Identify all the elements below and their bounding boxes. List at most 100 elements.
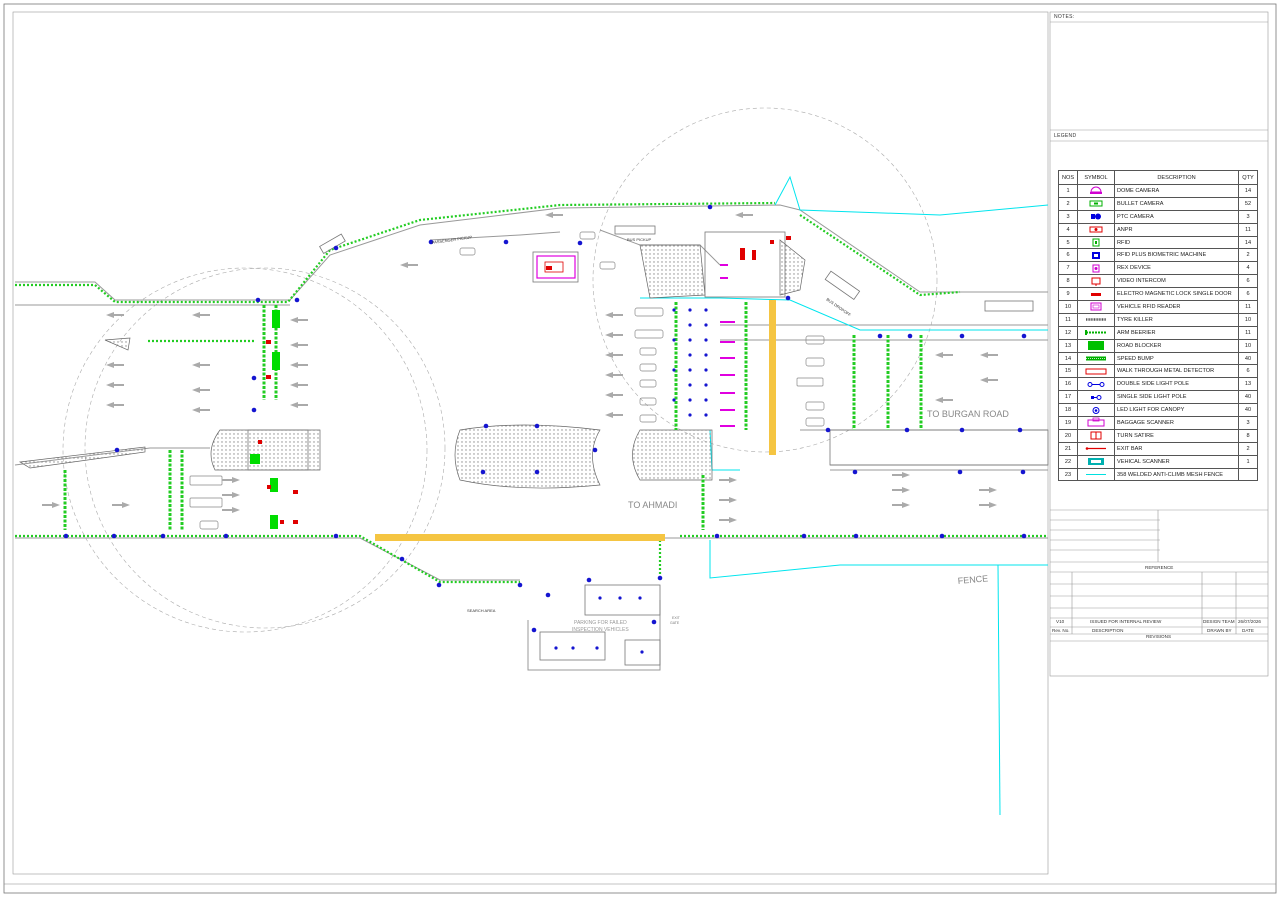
revision-number: V10	[1056, 619, 1065, 624]
revisions-label: REVISIONS	[1146, 634, 1172, 639]
legend-row: 8 VIDEO INTERCOM 6	[1058, 274, 1258, 289]
legend-item-number: 23	[1058, 467, 1078, 482]
legend-item-description: VIDEO INTERCOM	[1114, 274, 1239, 289]
legend-row: 2 BULLET CAMERA 52	[1058, 196, 1258, 211]
vehicle-scanner-icon	[1077, 454, 1115, 469]
legend-item-number: 13	[1058, 338, 1078, 353]
reference-label: REFERENCE	[1145, 565, 1174, 570]
perimeter-mesh	[15, 201, 1048, 584]
canopy-light-icon	[1077, 403, 1115, 418]
legend-row: 19 BAGGAGE SCANNER 3	[1058, 416, 1258, 430]
legend-item-quantity: 2	[1238, 248, 1258, 263]
legend-item-number: 6	[1058, 248, 1078, 263]
legend-item-description: DOUBLE SIDE LIGHT POLE	[1114, 377, 1239, 392]
legend-item-number: 20	[1058, 428, 1078, 443]
legend-row: 12 ARM BEERIER 11	[1058, 325, 1258, 340]
legend-row: 21 EXIT BAR 2	[1058, 441, 1258, 456]
legend-item-description: TURN SATIRE	[1114, 428, 1239, 443]
legend-item-quantity	[1238, 467, 1258, 482]
legend-item-description: SINGLE SIDE LIGHT POLE	[1114, 390, 1239, 405]
legend-row: 23 358 WELDED ANTI-CLIMB MESH FENCE	[1058, 467, 1258, 482]
exit-gate-label-2: GATE	[670, 621, 680, 625]
legend-header-qty: QTY	[1238, 170, 1258, 185]
bullet-camera-icon	[1077, 196, 1115, 211]
legend-item-number: 10	[1058, 300, 1078, 314]
legend-item-description: ROAD BLOCKER	[1114, 338, 1239, 353]
legend-item-quantity: 11	[1238, 325, 1258, 340]
dome-camera-icon	[1077, 184, 1115, 198]
legend-item-number: 18	[1058, 403, 1078, 418]
legend-row: 11 TYRE KILLER 10	[1058, 312, 1258, 327]
legend-item-quantity: 14	[1238, 235, 1258, 250]
legend-item-quantity: 3	[1238, 416, 1258, 430]
legend-item-description: BULLET CAMERA	[1114, 196, 1239, 211]
legend-item-quantity: 11	[1238, 300, 1258, 314]
revision-header-description: DESCRIPTION	[1092, 628, 1124, 633]
speed-bump-icon	[1077, 351, 1115, 366]
revision-header-date: DATE	[1242, 628, 1254, 633]
legend-row: 7 REX DEVICE 4	[1058, 261, 1258, 276]
legend-item-description: PTC CAMERA	[1114, 209, 1239, 224]
speed-bump-strip-main	[375, 534, 665, 541]
bus-pickup-label: BUS PICKUP	[627, 237, 652, 242]
legend-item-number: 15	[1058, 364, 1078, 379]
legend-item-description: WALK THROUGH METAL DETECTOR	[1114, 364, 1239, 379]
legend-item-number: 7	[1058, 261, 1078, 276]
revision-header-drawn-by: DRAWN BY	[1207, 628, 1232, 633]
speed-bump-strip-vertical	[769, 300, 776, 455]
exit-bar-icon	[1077, 441, 1115, 456]
legend-item-number: 11	[1058, 312, 1078, 327]
arm-barrier-icon	[1077, 325, 1115, 340]
legend-item-description: SPEED BUMP	[1114, 351, 1239, 366]
baggage-scanner-icon	[1077, 416, 1115, 430]
legend-body: 1 DOME CAMERA 14 2 BULLET CAMERA 52 3 PTC CAMER…	[1058, 184, 1258, 482]
to-burgan-road-label: TO BURGAN ROAD	[927, 409, 1009, 419]
legend-item-number: 1	[1058, 184, 1078, 198]
legend-header-nos: NOS	[1058, 170, 1078, 185]
legend-item-quantity: 6	[1238, 287, 1258, 302]
legend-row: 6 RFID PLUS BIOMETRIC MACHINE 2	[1058, 248, 1258, 263]
legend-item-description: RFID	[1114, 235, 1239, 250]
legend-item-number: 8	[1058, 274, 1078, 289]
hatched-islands	[18, 239, 806, 489]
legend-item-quantity: 13	[1238, 377, 1258, 392]
legend-item-number: 5	[1058, 235, 1078, 250]
legend-row: 10 VEHICLE RFID READER 11	[1058, 300, 1258, 314]
legend-item-description: ELECTRO MAGNETIC LOCK SINGLE DOOR	[1114, 287, 1239, 302]
legend-item-description: LED LIGHT FOR CANOPY	[1114, 403, 1239, 418]
legend-item-quantity: 1	[1238, 454, 1258, 469]
legend-item-quantity: 8	[1238, 428, 1258, 443]
revision-description: ISSUED FOR INTERNAL REVIEW	[1090, 619, 1162, 624]
legend-item-description: REX DEVICE	[1114, 261, 1239, 276]
electro-magnetic-lock-icon	[1077, 287, 1115, 302]
legend-item-quantity: 52	[1238, 196, 1258, 211]
legend-row: 17 SINGLE SIDE LIGHT POLE 40	[1058, 390, 1258, 405]
legend-item-description: DOME CAMERA	[1114, 184, 1239, 198]
legend-header-symbol: SYMBOL	[1077, 170, 1115, 185]
legend-row: 5 RFID 14	[1058, 235, 1258, 250]
legend-item-description: VEHICAL SCANNER	[1114, 454, 1239, 469]
legend-row: 1 DOME CAMERA 14	[1058, 184, 1258, 198]
legend-row: 3 PTC CAMERA 3	[1058, 209, 1258, 224]
legend-item-number: 2	[1058, 196, 1078, 211]
legend-header-description: DESCRIPTION	[1114, 170, 1239, 185]
legend-item-number: 9	[1058, 287, 1078, 302]
legend-item-quantity: 2	[1238, 441, 1258, 456]
to-ahmadi-label: TO AHMADI	[628, 500, 677, 510]
video-intercom-icon	[1077, 274, 1115, 289]
legend-label: LEGEND	[1054, 133, 1077, 139]
rfid-icon	[1077, 235, 1115, 250]
legend-row: 16 DOUBLE SIDE LIGHT POLE 13	[1058, 377, 1258, 392]
legend-row: 22 VEHICAL SCANNER 1	[1058, 454, 1258, 469]
revision-date: 26/07/2026	[1238, 619, 1261, 624]
double-light-pole-icon	[1077, 377, 1115, 392]
legend-item-description: EXIT BAR	[1114, 441, 1239, 456]
legend-item-description: BAGGAGE SCANNER	[1114, 416, 1239, 430]
tyre-killer-icon	[1077, 312, 1115, 327]
road-blocker-icon	[1077, 338, 1115, 353]
exit-gate-label: EXIT	[672, 616, 681, 620]
search-area-label: SEARCH AREA	[467, 608, 496, 613]
legend-item-description: ARM BEERIER	[1114, 325, 1239, 340]
notes-label: NOTES:	[1054, 14, 1075, 20]
legend-row: 14 SPEED BUMP 40	[1058, 351, 1258, 366]
